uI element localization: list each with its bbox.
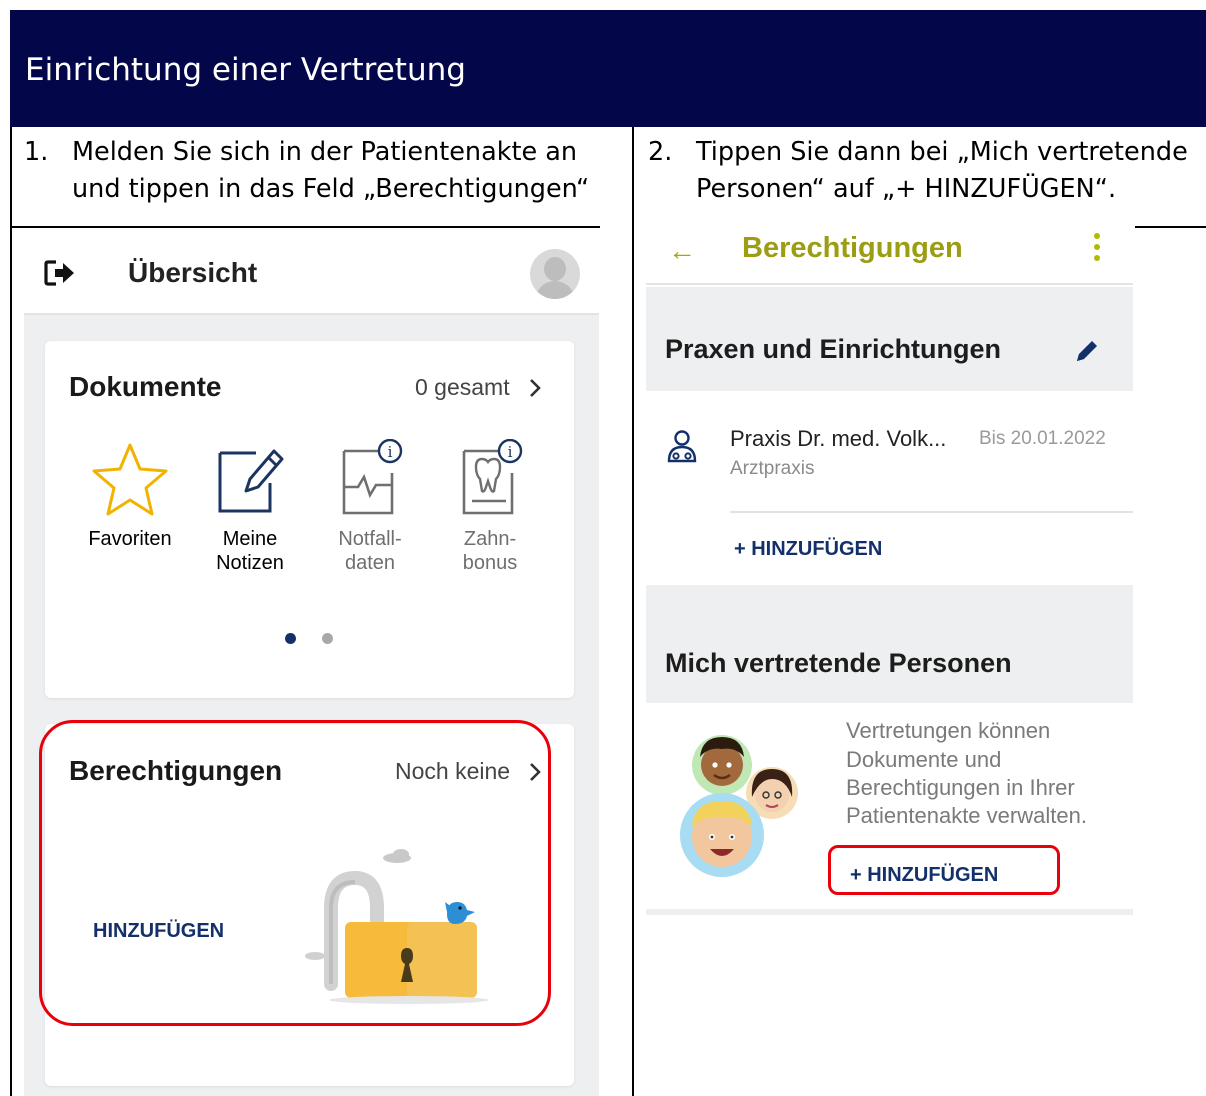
logout-icon[interactable] [44,259,76,287]
doctor-icon [667,430,697,463]
documents-item-label-line2: Notizen [216,552,284,574]
documents-item-label-line2: bonus [462,552,518,574]
people-illustration [680,735,798,877]
representatives-add-highlight [828,845,1060,895]
overview-top-bar: Übersicht [24,229,599,315]
page-indicator-dot-active[interactable] [285,633,296,644]
table-column-divider [632,127,634,1096]
table-row-divider-left [10,226,600,228]
documents-item-label: Notfall- daten [315,527,425,575]
practice-valid-until: Bis 20.01.2022 [979,428,1106,449]
step-1-text: 1. Melden Sie sich in der Patientenakte … [24,135,624,215]
representatives-description-line-2: Dokumente und [846,747,1002,772]
permissions-screen-title: Berechtigungen [742,232,963,264]
edit-pencil-icon[interactable] [1073,337,1101,365]
tooth-icon: i [462,439,523,515]
step-2-line-2: Personen“ auf „+ HINZUFÜGEN“. [696,174,1117,204]
representatives-section-title: Mich vertretende Personen [665,648,1012,678]
documents-item-label-line1: Favoriten [88,528,172,550]
representatives-section-header: Mich vertretende Personen [646,585,1133,703]
step-2-text: 2. Tippen Sie dann bei „Mich vertretende… [648,135,1206,215]
note-edit-icon [218,449,284,513]
representatives-description-line-4: Patientenakte verwalten. [846,803,1087,828]
document-title: Einrichtung einer Vertretung [25,52,466,88]
practice-type: Arztpraxis [730,458,815,479]
documents-item-label-line1: Meine [222,528,278,550]
step-1-number: 1. [24,137,49,167]
documents-item-label: Favoriten [75,527,185,551]
avatar[interactable] [530,249,580,299]
documents-card-title: Dokumente [69,371,222,402]
table-border-left [10,127,12,1096]
step-1-line-1: Melden Sie sich in der Patientenakte an [72,137,578,167]
emergency-data-icon: i [342,439,403,515]
step-2-line-1: Tippen Sie dann bei „Mich vertretende [696,137,1188,167]
chevron-right-icon [530,379,541,397]
table-row-divider-right [1135,226,1206,228]
document-header: Einrichtung einer Vertretung [10,10,1206,127]
documents-item-label: Meine Notizen [195,527,305,575]
step-1-line-2: und tippen in das Feld „Berechtigungen“ [72,174,590,204]
documents-item-favorites[interactable]: Favoriten [75,439,185,551]
svg-text:i: i [508,443,513,461]
permissions-card-highlight [39,720,551,1026]
page-indicator-dot[interactable] [322,633,333,644]
documents-item-label-line1: Notfall- [338,528,402,550]
practices-add-button[interactable]: + HINZUFÜGEN [734,538,882,561]
step-2-number: 2. [648,137,673,167]
permissions-top-bar: ← Berechtigungen [646,229,1133,285]
list-divider [730,511,1133,513]
representatives-description-line-3: Berechtigungen in Ihrer [846,775,1075,800]
documents-count[interactable]: 0 gesamt [415,374,510,401]
more-vertical-icon[interactable] [1094,233,1102,263]
representatives-description-line-1: Vertretungen können [846,718,1051,743]
documents-item-emergency[interactable]: i Notfall- daten [315,439,425,575]
permissions-screenshot: ← Berechtigungen Praxen und Einrichtunge… [646,229,1133,919]
documents-item-label-line2: daten [344,552,396,574]
overview-title: Übersicht [128,257,258,288]
avatar-head [544,257,566,281]
back-arrow-icon[interactable]: ← [668,235,696,267]
bottom-divider [646,909,1133,915]
documents-item-label-line1: Zahn- [463,528,517,550]
documents-item-notes[interactable]: Meine Notizen [195,439,305,575]
practice-name[interactable]: Praxis Dr. med. Volk... [730,426,946,452]
practices-section-header: Praxen und Einrichtungen [646,287,1133,391]
overview-screenshot: Übersicht Dokumente 0 gesamt Favoriten M… [24,229,599,1096]
star-icon [92,443,168,516]
svg-text:i: i [388,443,393,461]
documents-card[interactable]: Dokumente 0 gesamt Favoriten Meine Notiz… [45,341,574,698]
avatar-body [535,281,575,299]
documents-item-label: Zahn- bonus [435,527,545,575]
documents-item-dental-bonus[interactable]: i Zahn- bonus [435,439,545,575]
practices-list [646,391,1133,585]
practices-section-title: Praxen und Einrichtungen [665,334,1002,364]
